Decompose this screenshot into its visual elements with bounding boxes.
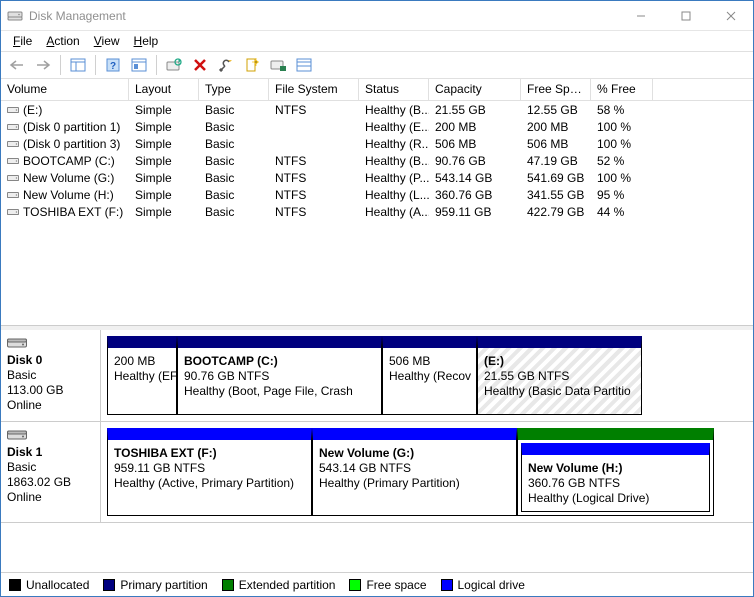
partition-title: (E:) [484,354,635,368]
titlebar: Disk Management [1,1,753,31]
volume-row[interactable]: New Volume (G:)SimpleBasicNTFSHealthy (P… [1,169,753,186]
partition-title: BOOTCAMP (C:) [184,354,375,368]
volume-name: (Disk 0 partition 3) [23,137,120,151]
col-status[interactable]: Status [359,79,429,100]
disk-management-window: Disk Management File Action View Help ? … [0,0,754,597]
menu-file[interactable]: File [7,32,38,50]
partition-size: 506 MB [389,354,470,368]
logical-partition-inner: New Volume (H:)360.76 GB NTFSHealthy (Lo… [521,443,710,512]
settings-icon[interactable] [127,54,151,76]
volume-row[interactable]: (Disk 0 partition 3)SimpleBasicHealthy (… [1,135,753,152]
window-controls [618,1,753,30]
legend-primary: Primary partition [103,578,207,592]
partition-size: 360.76 GB NTFS [528,476,703,490]
close-button[interactable] [708,1,753,30]
disk-type: Basic [7,460,94,474]
partition-title: New Volume (G:) [319,446,510,460]
volume-row[interactable]: BOOTCAMP (C:)SimpleBasicNTFSHealthy (B..… [1,152,753,169]
svg-text:?: ? [110,61,116,72]
col-layout[interactable]: Layout [129,79,199,100]
disk-name: Disk 1 [7,445,94,459]
col-type[interactable]: Type [199,79,269,100]
partition-status: Healthy (Boot, Page File, Crash [184,384,375,398]
disk-label[interactable]: Disk 1Basic1863.02 GBOnline [1,422,101,522]
disk-type: Basic [7,368,94,382]
partition[interactable]: (E:)21.55 GB NTFSHealthy (Basic Data Par… [477,336,642,415]
menu-action[interactable]: Action [40,32,85,50]
volume-row[interactable]: New Volume (H:)SimpleBasicNTFSHealthy (L… [1,186,753,203]
volume-name: New Volume (G:) [23,171,114,185]
volume-name: (Disk 0 partition 1) [23,120,120,134]
disk-partitions: 200 MBHealthy (EFIBOOTCAMP (C:)90.76 GB … [101,330,753,421]
volume-name: TOSHIBA EXT (F:) [23,205,123,219]
volume-name: (E:) [23,103,42,117]
app-icon [7,8,23,24]
volume-row[interactable]: TOSHIBA EXT (F:)SimpleBasicNTFSHealthy (… [1,203,753,220]
partition[interactable]: New Volume (G:)543.14 GB NTFSHealthy (Pr… [312,428,517,516]
volume-list: Volume Layout Type File System Status Ca… [1,79,753,326]
partition-size: 959.11 GB NTFS [114,461,305,475]
partition-title: New Volume (H:) [528,461,703,475]
legend-logical: Logical drive [441,578,525,592]
new-icon[interactable] [240,54,264,76]
col-fs[interactable]: File System [269,79,359,100]
partition-size: 21.55 GB NTFS [484,369,635,383]
disk-icon[interactable] [266,54,290,76]
volume-name: BOOTCAMP (C:) [23,154,115,168]
disk-label[interactable]: Disk 0Basic113.00 GBOnline [1,330,101,421]
menu-view[interactable]: View [88,32,126,50]
partition-status: Healthy (EFI [114,369,170,383]
disk-partitions: TOSHIBA EXT (F:)959.11 GB NTFSHealthy (A… [101,422,753,522]
volume-row[interactable]: (Disk 0 partition 1)SimpleBasicHealthy (… [1,118,753,135]
partition-size: 543.14 GB NTFS [319,461,510,475]
col-capacity[interactable]: Capacity [429,79,521,100]
partition[interactable]: TOSHIBA EXT (F:)959.11 GB NTFSHealthy (A… [107,428,312,516]
disk-size: 113.00 GB [7,383,94,397]
partition-status: Healthy (Logical Drive) [528,491,703,505]
partition[interactable]: BOOTCAMP (C:)90.76 GB NTFSHealthy (Boot,… [177,336,382,415]
legend-unallocated: Unallocated [9,578,89,592]
volume-list-header: Volume Layout Type File System Status Ca… [1,79,753,101]
menu-help[interactable]: Help [128,32,165,50]
menubar: File Action View Help [1,31,753,51]
partition-size: 90.76 GB NTFS [184,369,375,383]
disk-status: Online [7,398,94,412]
toolbar: ? [1,51,753,79]
partition-size: 200 MB [114,354,170,368]
col-free[interactable]: Free Spa... [521,79,591,100]
graphical-view: Disk 0Basic113.00 GBOnline200 MBHealthy … [1,330,753,572]
volume-list-body: (E:)SimpleBasicNTFSHealthy (B...21.55 GB… [1,101,753,325]
disk-row: Disk 1Basic1863.02 GBOnlineTOSHIBA EXT (… [1,422,753,523]
disk-name: Disk 0 [7,353,94,367]
legend-extended: Extended partition [222,578,336,592]
forward-button[interactable] [31,54,55,76]
partition-status: Healthy (Primary Partition) [319,476,510,490]
partition-status: Healthy (Recov [389,369,470,383]
show-hide-console-tree-icon[interactable] [66,54,90,76]
legend: Unallocated Primary partition Extended p… [1,572,753,596]
disk-row: Disk 0Basic113.00 GBOnline200 MBHealthy … [1,330,753,422]
partition-status: Healthy (Active, Primary Partition) [114,476,305,490]
back-button[interactable] [5,54,29,76]
partition[interactable]: 200 MBHealthy (EFI [107,336,177,415]
minimize-button[interactable] [618,1,663,30]
partition-title: TOSHIBA EXT (F:) [114,446,305,460]
disk-size: 1863.02 GB [7,475,94,489]
partition[interactable]: 506 MBHealthy (Recov [382,336,477,415]
partition-status: Healthy (Basic Data Partitio [484,384,635,398]
legend-freespace: Free space [349,578,426,592]
col-volume[interactable]: Volume [1,79,129,100]
view-icon[interactable] [292,54,316,76]
properties-icon[interactable] [214,54,238,76]
partition[interactable]: New Volume (H:)360.76 GB NTFSHealthy (Lo… [517,428,714,516]
help-icon[interactable]: ? [101,54,125,76]
refresh-icon[interactable] [162,54,186,76]
maximize-button[interactable] [663,1,708,30]
col-pct[interactable]: % Free [591,79,653,100]
volume-row[interactable]: (E:)SimpleBasicNTFSHealthy (B...21.55 GB… [1,101,753,118]
window-title: Disk Management [29,9,618,23]
delete-icon[interactable] [188,54,212,76]
disk-status: Online [7,490,94,504]
volume-name: New Volume (H:) [23,188,114,202]
